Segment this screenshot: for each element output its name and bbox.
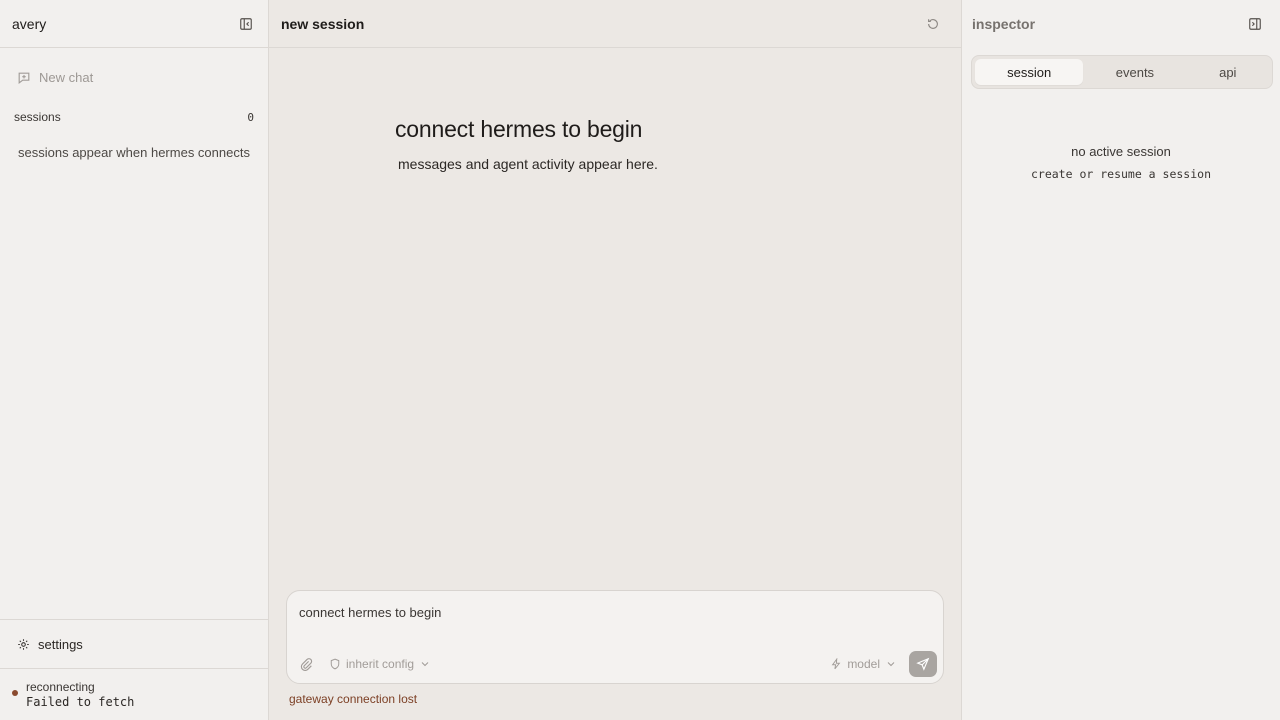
sessions-header: sessions 0: [14, 110, 254, 124]
settings-label: settings: [38, 636, 83, 652]
empty-state-subtitle: messages and agent activity appear here.: [398, 156, 658, 172]
tab-events[interactable]: events: [1083, 59, 1186, 85]
new-chat-label: New chat: [39, 70, 94, 85]
status-dot: [12, 690, 18, 696]
paperclip-icon[interactable]: [299, 657, 313, 672]
inspector-empty-title: no active session: [1071, 144, 1171, 159]
chat-plus-icon: [18, 72, 30, 84]
sessions-empty-message: sessions appear when hermes connects: [18, 145, 250, 160]
send-icon: [916, 657, 930, 671]
main-header: new session: [269, 0, 961, 48]
tab-session[interactable]: session: [975, 59, 1084, 85]
status-message: Failed to fetch: [26, 695, 135, 709]
sessions-count: 0: [247, 110, 254, 124]
app-window: avery New chat sessions 0 sessions appea…: [0, 0, 1280, 720]
empty-state: connect hermes to begin messages and age…: [395, 116, 658, 172]
new-chat-button[interactable]: New chat: [17, 70, 93, 85]
sidebar-header: avery: [0, 0, 268, 48]
chevron-down-icon: [421, 662, 429, 667]
inspector-empty-state: no active session create or resume a ses…: [962, 144, 1280, 181]
chat-main: new session connect hermes to begin mess…: [269, 0, 961, 720]
inspector-tabs: session events api: [971, 55, 1273, 89]
sidebar-collapse-icon[interactable]: [238, 16, 254, 32]
connection-error: gateway connection lost: [289, 692, 418, 706]
panel-right-icon[interactable]: [1247, 16, 1263, 32]
inspector-panel: inspector session events api no active s…: [961, 0, 1280, 720]
workspace-title: avery: [12, 15, 47, 32]
empty-state-title: connect hermes to begin: [395, 116, 643, 142]
shield-icon: [330, 658, 340, 670]
status-state: reconnecting: [26, 680, 95, 694]
message-composer: inherit config model: [286, 590, 944, 684]
inspector-header: inspector: [962, 0, 1280, 48]
lightning-icon: [831, 658, 841, 670]
sessions-label: sessions: [14, 110, 61, 124]
inspector-title: inspector: [972, 16, 1036, 32]
tab-api[interactable]: api: [1187, 59, 1269, 85]
model-label: model: [847, 657, 880, 671]
gear-icon: [18, 638, 29, 650]
inspector-empty-hint: create or resume a session: [1030, 167, 1211, 181]
page-title: new session: [281, 15, 365, 32]
settings-button[interactable]: settings: [0, 619, 268, 669]
model-selector[interactable]: model: [830, 657, 897, 671]
send-button[interactable]: [909, 651, 937, 677]
sidebar: avery New chat sessions 0 sessions appea…: [0, 0, 269, 720]
message-input[interactable]: [299, 605, 899, 620]
config-selector[interactable]: inherit config: [329, 657, 431, 671]
chevron-down-icon: [887, 662, 895, 667]
config-label: inherit config: [346, 657, 415, 671]
composer-toolbar: inherit config model: [299, 651, 937, 677]
connection-status: reconnecting Failed to fetch: [12, 680, 134, 710]
refresh-icon[interactable]: [925, 16, 941, 32]
